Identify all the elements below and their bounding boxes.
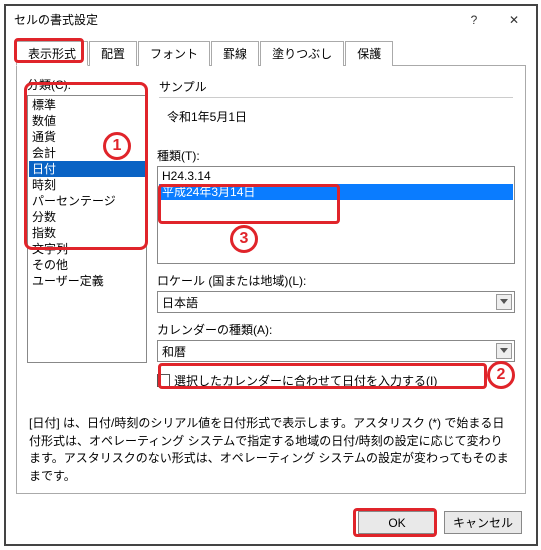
dropdown-arrow-icon[interactable] xyxy=(496,294,512,310)
type-item-selected[interactable]: 平成24年3月14日 xyxy=(159,184,513,200)
titlebar: セルの書式設定 ? ✕ xyxy=(6,6,536,34)
category-column: 分類(C): 標準 数値 通貨 会計 日付 時刻 パーセンテージ 分数 指数 文… xyxy=(27,76,147,363)
type-label: 種類(T): xyxy=(157,147,515,164)
cancel-button[interactable]: キャンセル xyxy=(444,511,522,534)
category-item[interactable]: 会計 xyxy=(29,145,145,161)
close-icon: ✕ xyxy=(509,13,519,27)
dropdown-arrow-icon[interactable] xyxy=(496,343,512,359)
calendar-checkbox-label: 選択したカレンダーに合わせて日付を入力する(I) xyxy=(174,372,437,389)
category-item-selected[interactable]: 日付 xyxy=(29,161,145,177)
calendar-combobox[interactable]: 和暦 xyxy=(157,340,515,362)
category-item[interactable]: その他 xyxy=(29,257,145,273)
calendar-input-checkbox-row[interactable]: 選択したカレンダーに合わせて日付を入力する(I) xyxy=(157,372,515,389)
category-item[interactable]: 標準 xyxy=(29,97,145,113)
button-bar: OK キャンセル xyxy=(358,511,522,534)
type-listbox[interactable]: H24.3.14 平成24年3月14日 xyxy=(157,166,515,264)
sample-label: サンプル xyxy=(159,78,513,95)
tab-alignment[interactable]: 配置 xyxy=(89,41,137,66)
tab-body: 分類(C): 標準 数値 通貨 会計 日付 時刻 パーセンテージ 分数 指数 文… xyxy=(16,66,526,494)
ok-button[interactable]: OK xyxy=(358,511,436,534)
category-item[interactable]: ユーザー定義 xyxy=(29,273,145,289)
tab-number-format[interactable]: 表示形式 xyxy=(16,41,88,66)
locale-combobox[interactable]: 日本語 xyxy=(157,291,515,313)
window-title: セルの書式設定 xyxy=(14,11,454,28)
tab-strip: 表示形式 配置 フォント 罫線 塗りつぶし 保護 xyxy=(16,40,526,66)
format-cells-dialog: セルの書式設定 ? ✕ 表示形式 配置 フォント 罫線 塗りつぶし 保護 分類(… xyxy=(4,4,538,546)
help-button[interactable]: ? xyxy=(454,8,494,32)
calendar-label: カレンダーの種類(A): xyxy=(157,321,515,338)
format-description: [日付] は、日付/時刻のシリアル値を日付形式で表示します。アスタリスク (*)… xyxy=(27,413,515,485)
locale-label: ロケール (国または地域)(L): xyxy=(157,272,515,289)
tab-protection[interactable]: 保護 xyxy=(345,41,393,66)
category-item[interactable]: 文字列 xyxy=(29,241,145,257)
type-item[interactable]: H24.3.14 xyxy=(159,168,513,184)
tab-border[interactable]: 罫線 xyxy=(211,41,259,66)
category-item[interactable]: 時刻 xyxy=(29,177,145,193)
locale-value: 日本語 xyxy=(162,294,198,311)
sample-group: サンプル 令和1年5月1日 xyxy=(157,76,515,141)
checkbox-icon[interactable] xyxy=(157,374,170,387)
category-item[interactable]: 分数 xyxy=(29,209,145,225)
tab-fill[interactable]: 塗りつぶし xyxy=(260,41,344,66)
category-label: 分類(C): xyxy=(27,76,147,93)
category-item[interactable]: 数値 xyxy=(29,113,145,129)
calendar-value: 和暦 xyxy=(162,343,186,360)
category-item[interactable]: 通貨 xyxy=(29,129,145,145)
tab-font[interactable]: フォント xyxy=(138,41,210,66)
sample-value: 令和1年5月1日 xyxy=(159,104,513,135)
category-item[interactable]: 指数 xyxy=(29,225,145,241)
dialog-content: 表示形式 配置 フォント 罫線 塗りつぶし 保護 分類(C): 標準 数値 通貨… xyxy=(6,34,536,504)
close-button[interactable]: ✕ xyxy=(494,8,534,32)
category-listbox[interactable]: 標準 数値 通貨 会計 日付 時刻 パーセンテージ 分数 指数 文字列 その他 … xyxy=(27,95,147,363)
category-item[interactable]: パーセンテージ xyxy=(29,193,145,209)
